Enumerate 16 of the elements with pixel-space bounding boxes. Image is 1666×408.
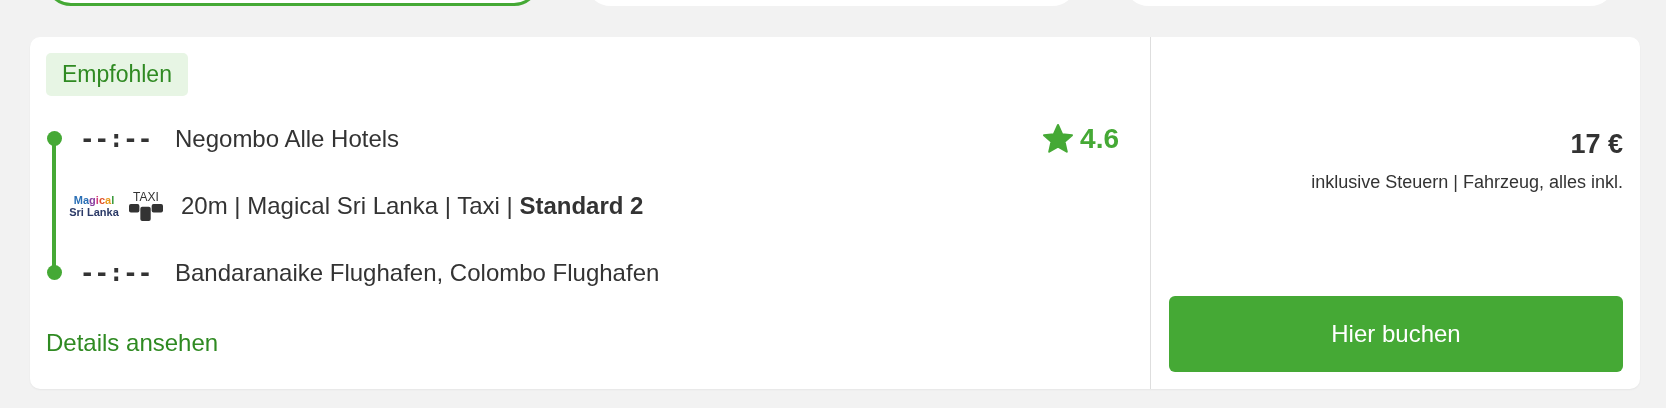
time: --:-- <box>80 124 154 153</box>
time: --:-- <box>80 258 154 287</box>
details-link[interactable]: Details ansehen <box>46 329 219 357</box>
ride-details: 20m | Magical Sri Lanka | Taxi | Standard 2 <box>181 191 644 220</box>
stop-dot <box>47 265 62 280</box>
operator-logo: Magical Sri Lanka <box>68 193 120 218</box>
price: 17 € <box>1570 129 1623 160</box>
rating-value: 4.6 <box>1080 122 1119 155</box>
stop-dot <box>47 131 62 146</box>
star-icon <box>1042 122 1075 155</box>
price-note: inklusive Steuern | Fahrzeug, alles inkl. <box>1311 172 1623 193</box>
book-button[interactable]: Hier buchen <box>1169 296 1623 372</box>
place: Negombo Alle Hotels <box>175 124 400 153</box>
place: Bandaranaike Flughafen, Colombo Flughafen <box>175 258 660 287</box>
recommended-badge: Empfohlen <box>46 53 188 96</box>
taxi-sign: TAXI <box>126 190 166 221</box>
